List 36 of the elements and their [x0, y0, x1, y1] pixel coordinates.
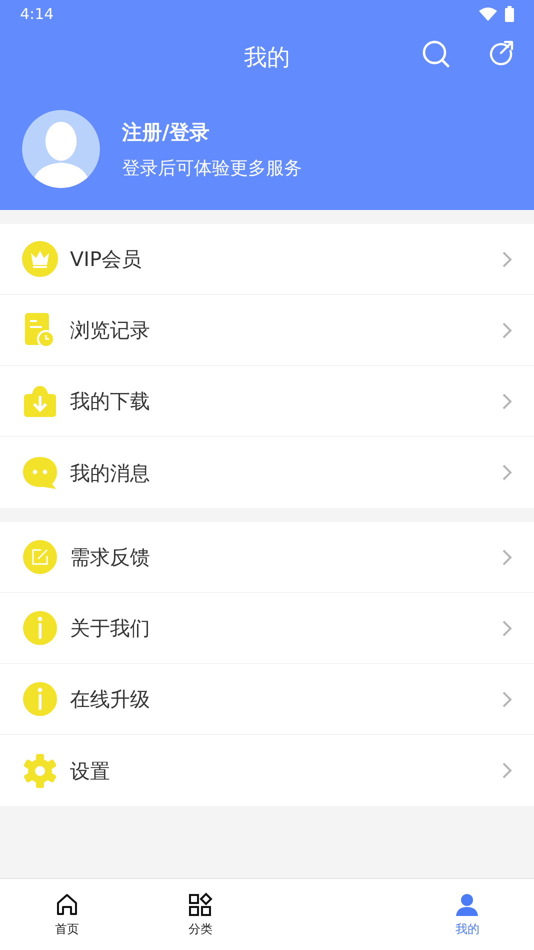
chevron-right-icon [502, 620, 512, 636]
search-icon[interactable] [422, 40, 450, 68]
grid-icon [187, 892, 214, 918]
chat-icon [22, 454, 58, 490]
info-icon [22, 681, 58, 717]
status-time: 4:14 [20, 4, 54, 25]
login-hint: 登录后可体验更多服务 [122, 156, 302, 180]
menu-item[interactable]: 在线升级 [0, 664, 534, 735]
chevron-right-icon [502, 250, 512, 268]
avatar-icon[interactable] [22, 110, 100, 188]
menu-item[interactable]: 浏览记录 [0, 295, 534, 366]
menu-item[interactable]: 设置 [0, 735, 534, 806]
nav-tab[interactable]: 我的 [400, 879, 534, 950]
menu-item[interactable]: VIP会员 [0, 224, 534, 295]
chevron-right-icon [502, 322, 512, 338]
info-icon [22, 610, 58, 646]
menu-item[interactable]: 我的消息 [0, 437, 534, 508]
download-icon [22, 383, 58, 419]
menu-item[interactable]: 需求反馈 [0, 522, 534, 593]
gear-icon [22, 752, 58, 788]
chevron-right-icon [502, 762, 512, 779]
menu-item[interactable]: 关于我们 [0, 593, 534, 664]
chevron-right-icon [502, 392, 512, 410]
battery-icon [505, 6, 514, 22]
menu-item[interactable]: 我的下载 [0, 366, 534, 437]
wifi-icon [479, 7, 497, 21]
nav-tab[interactable]: 分类 [134, 879, 267, 950]
page-title: 我的 [244, 44, 290, 73]
edit-icon [22, 539, 58, 575]
person-icon [454, 892, 480, 918]
nav-tab[interactable]: 首页 [0, 879, 134, 950]
crown-icon [22, 241, 58, 277]
chevron-right-icon [502, 548, 512, 566]
share-icon[interactable] [488, 40, 514, 66]
chevron-right-icon [502, 464, 512, 481]
chevron-right-icon [502, 690, 512, 708]
